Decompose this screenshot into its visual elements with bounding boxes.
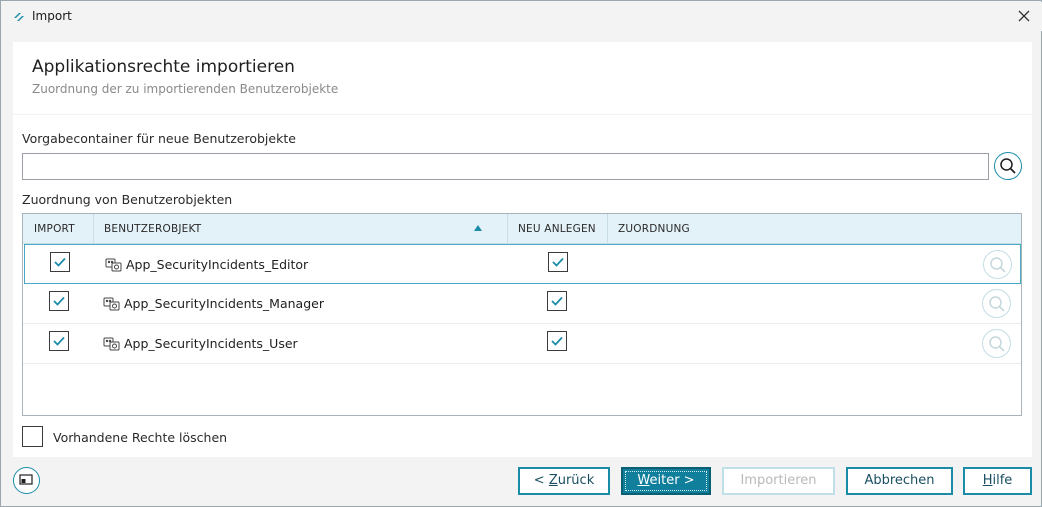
- user-group-icon: [103, 337, 120, 351]
- sort-ascending-icon: [474, 225, 482, 231]
- checkmark-icon: [551, 296, 563, 306]
- create-checkbox[interactable]: [548, 252, 568, 272]
- table-row[interactable]: App_SecurityIncidents_Manager: [23, 284, 1021, 324]
- help-label-suffix: ilfe: [992, 473, 1013, 488]
- app-logo-icon: [14, 13, 24, 21]
- window-layout-icon: [19, 474, 33, 485]
- container-search-button[interactable]: [994, 152, 1022, 180]
- container-input[interactable]: [22, 153, 989, 180]
- import-checkbox[interactable]: [49, 291, 69, 311]
- next-label-suffix: eiter >: [649, 473, 695, 488]
- checkmark-icon: [551, 336, 563, 346]
- column-header-import[interactable]: IMPORT: [23, 214, 93, 244]
- column-header-object[interactable]: BENUTZEROBJEKT: [93, 214, 507, 244]
- mapping-label: Zuordnung von Benutzerobjekten: [22, 192, 233, 207]
- window-title: Import: [32, 9, 72, 23]
- object-name: App_SecurityIncidents_Manager: [124, 296, 324, 311]
- assignment-search-button[interactable]: [982, 289, 1011, 318]
- cancel-label: Abbrechen: [864, 473, 935, 488]
- close-icon[interactable]: [1016, 8, 1032, 24]
- delete-rights-checkbox[interactable]: [22, 426, 43, 447]
- search-icon: [990, 257, 1006, 273]
- back-label-prefix: <: [533, 473, 549, 488]
- import-button[interactable]: Importieren: [722, 467, 835, 495]
- title-bar: Import: [2, 2, 1042, 31]
- search-icon: [989, 296, 1005, 312]
- object-name: App_SecurityIncidents_User: [124, 336, 298, 351]
- checkmark-icon: [54, 257, 66, 267]
- search-icon: [989, 336, 1005, 352]
- create-checkbox[interactable]: [547, 291, 567, 311]
- table-row[interactable]: App_SecurityIncidents_User: [23, 324, 1021, 364]
- column-header-create[interactable]: NEU ANLEGEN: [507, 214, 607, 244]
- assignment-search-button[interactable]: [983, 250, 1012, 279]
- search-icon: [1000, 158, 1016, 174]
- page-subtitle: Zuordnung der zu importierenden Benutzer…: [32, 82, 339, 96]
- dialog-window: Import Applikationsrechte importieren Zu…: [0, 0, 1042, 507]
- back-button[interactable]: < Zurück: [518, 467, 610, 495]
- cancel-button[interactable]: Abbrechen: [846, 467, 953, 495]
- user-group-icon: [105, 258, 122, 272]
- table-row[interactable]: App_SecurityIncidents_Editor: [24, 244, 1021, 284]
- header-panel: Applikationsrechte importieren Zuordnung…: [13, 42, 1032, 114]
- layout-button[interactable]: [13, 467, 40, 494]
- import-checkbox[interactable]: [49, 331, 69, 351]
- mapping-grid: IMPORT BENUTZEROBJEKT NEU ANLEGEN ZUORDN…: [22, 213, 1022, 416]
- next-label-mnemonic: W: [637, 473, 650, 488]
- import-label: Importieren: [740, 473, 817, 488]
- back-label-suffix: urück: [557, 473, 595, 488]
- grid-header: IMPORT BENUTZEROBJEKT NEU ANLEGEN ZUORDN…: [23, 214, 1021, 244]
- create-checkbox[interactable]: [547, 331, 567, 351]
- checkmark-icon: [552, 257, 564, 267]
- import-checkbox[interactable]: [50, 252, 70, 272]
- next-button[interactable]: Weiter >: [621, 467, 711, 495]
- object-name: App_SecurityIncidents_Editor: [126, 257, 309, 272]
- checkmark-icon: [53, 336, 65, 346]
- help-button[interactable]: Hilfe: [963, 467, 1032, 495]
- next-label: Weiter >: [625, 471, 707, 491]
- page-title: Applikationsrechte importieren: [32, 57, 295, 77]
- back-label-mnemonic: Z: [548, 473, 558, 488]
- assignment-search-button[interactable]: [982, 329, 1011, 358]
- delete-rights-label: Vorhandene Rechte löschen: [53, 430, 228, 445]
- user-group-icon: [103, 297, 120, 311]
- checkmark-icon: [53, 296, 65, 306]
- column-header-assignment[interactable]: ZUORDNUNG: [607, 214, 807, 244]
- container-label: Vorgabecontainer für neue Benutzerobjekt…: [22, 131, 296, 146]
